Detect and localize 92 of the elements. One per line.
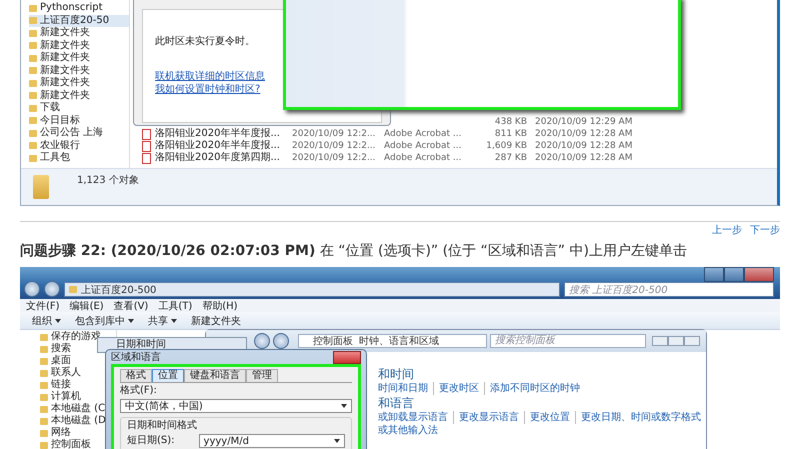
file-size: 811 KB <box>494 128 528 140</box>
close-button[interactable] <box>744 267 774 282</box>
file-type: Adobe Acrobat ... <box>384 140 462 152</box>
file-type: Adobe Acrobat ... <box>384 128 462 140</box>
format-dropdown[interactable]: 中文(简体，中国) <box>120 399 352 413</box>
file-name[interactable]: 洛阳钼业2020年半年度报... <box>155 128 280 140</box>
help-link[interactable]: 联机获取详细的时区信息 <box>155 70 265 83</box>
file-size: 287 KB <box>494 152 528 164</box>
toolbar-button[interactable]: 新建文件夹 <box>191 314 241 328</box>
file-name[interactable]: 洛阳钼业2020年度第四期... <box>155 152 280 164</box>
sidebar-item[interactable]: 下载 <box>29 102 129 114</box>
caret-icon <box>128 318 134 322</box>
short-date-dropdown[interactable]: yyyy/M/d <box>198 434 345 448</box>
pdf-file-icon <box>142 128 151 140</box>
step-nav-link[interactable]: 下一步 <box>750 223 780 237</box>
menu-item[interactable]: 工具(T) <box>158 298 192 312</box>
sidebar-item[interactable]: 工具包 <box>29 152 129 164</box>
minimize-button[interactable] <box>704 267 724 282</box>
menu-item[interactable]: 查看(V) <box>114 298 148 312</box>
tab[interactable]: 键盘和语言 <box>184 369 246 382</box>
sidebar-item[interactable]: 公司公告 上海 <box>29 127 129 140</box>
file-modified: 2020/10/09 12:29 AM <box>535 116 634 128</box>
settings-link[interactable]: 更改时区 <box>439 382 479 395</box>
sidebar-item[interactable]: 计算机 <box>40 391 116 403</box>
settings-link[interactable]: 或卸载显示语言 <box>378 411 448 424</box>
file-modified: 2020/10/09 12:28 AM <box>535 128 634 140</box>
file-name[interactable]: 洛阳钼业2020年半年度报... <box>155 140 280 152</box>
toolbar-button[interactable]: 共享 <box>148 314 177 328</box>
maximize-button[interactable] <box>668 336 684 346</box>
section-heading[interactable]: 和语言 <box>378 395 414 411</box>
settings-link[interactable]: 时间和日期 <box>378 382 428 395</box>
file-date: 2020/10/09 12:2... <box>292 140 377 152</box>
sidebar-item[interactable]: Pythonscript <box>29 2 129 14</box>
step-description: 问题步骤 22: (2020/10/26 02:07:03 PM) 在 “位置 (选项卡)” (位于 “区域和语言” 中)上用户左键单击 <box>20 242 688 260</box>
menu-item[interactable]: 帮助(H) <box>202 298 238 312</box>
timezone-note: 此时区未实行夏令时。 <box>155 34 255 48</box>
maximize-button[interactable] <box>724 267 744 282</box>
file-size: 438 KB <box>494 116 528 128</box>
caret-icon <box>334 439 340 443</box>
settings-link[interactable]: 更改位置 <box>530 411 570 424</box>
caret-icon <box>341 404 347 408</box>
close-button[interactable] <box>333 350 361 364</box>
settings-link[interactable]: 更改显示语言 <box>459 411 519 424</box>
sidebar-item[interactable]: 新建文件夹 <box>29 40 129 52</box>
minimize-button[interactable] <box>652 336 668 346</box>
address-bar[interactable]: 上证百度20-500 <box>64 282 560 297</box>
toolbar-button[interactable]: 包含到库中 <box>75 314 134 328</box>
file-modified: 2020/10/09 12:28 AM <box>535 140 634 152</box>
file-size: 1,609 KB <box>485 140 528 152</box>
sidebar-item[interactable]: 网络 <box>40 427 116 439</box>
search-field[interactable]: 搜索控制面板 <box>490 334 646 348</box>
step-nav-link[interactable]: 上一步 <box>712 223 742 237</box>
sidebar-item[interactable]: 新建文件夹 <box>29 90 129 102</box>
folder-icon <box>69 286 77 293</box>
settings-link[interactable]: 添加不同时区的时钟 <box>490 382 580 395</box>
sidebar-item[interactable]: 控制面板 <box>40 439 116 449</box>
tab[interactable]: 格式 <box>120 369 152 382</box>
sidebar-item[interactable]: 新建文件夹 <box>29 27 129 40</box>
caret-icon <box>55 318 61 322</box>
sidebar-item[interactable]: 本地磁盘 (D <box>40 415 116 427</box>
sidebar-item[interactable]: 本地磁盘 (C <box>40 403 116 415</box>
menu-item[interactable]: 文件(F) <box>26 298 60 312</box>
pdf-file-icon <box>142 152 151 164</box>
settings-link[interactable]: 或其他输入法 <box>378 424 438 437</box>
file-type: Adobe Acrobat ... <box>384 152 462 164</box>
address-bar[interactable]: 控制面板 时钟、语言和区域 <box>298 334 487 348</box>
sidebar-item[interactable]: 今日目标 <box>29 114 129 127</box>
menu-item[interactable]: 编辑(E) <box>70 298 104 312</box>
help-link[interactable]: 我如何设置时钟和时区? <box>155 83 260 96</box>
pdf-file-icon <box>142 140 151 152</box>
field-label: 短日期(S): <box>127 435 175 447</box>
group-label: 日期和时间格式 <box>127 420 198 432</box>
caret-icon <box>171 318 177 322</box>
file-date: 2020/10/09 12:2... <box>292 152 377 164</box>
sidebar-item[interactable]: 新建文件夹 <box>29 64 129 77</box>
sidebar-item[interactable]: 新建文件夹 <box>29 77 129 90</box>
tab[interactable]: 位置 <box>152 369 184 382</box>
sidebar-item[interactable]: 上证百度20-50 <box>29 14 129 27</box>
toolbar-button[interactable]: 组织 <box>32 314 61 328</box>
folder-icon <box>33 175 49 199</box>
sidebar-item[interactable]: 链接 <box>40 379 116 391</box>
object-count: 1,123 个对象 <box>77 174 139 187</box>
sidebar-item[interactable]: 联系人 <box>40 367 116 379</box>
settings-link[interactable]: 更改日期、时间或数字格式 <box>581 411 701 424</box>
field-label: 格式(F): <box>120 385 158 397</box>
file-date: 2020/10/09 12:2... <box>292 128 377 140</box>
sidebar-item[interactable]: 农业银行 <box>29 140 129 152</box>
dialog-title: 区域和语言 <box>111 350 161 364</box>
file-modified: 2020/10/09 12:28 AM <box>535 152 634 164</box>
section-heading[interactable]: 和时间 <box>378 366 414 382</box>
sidebar-item[interactable]: 新建文件夹 <box>29 52 129 64</box>
tab[interactable]: 管理 <box>246 369 278 382</box>
